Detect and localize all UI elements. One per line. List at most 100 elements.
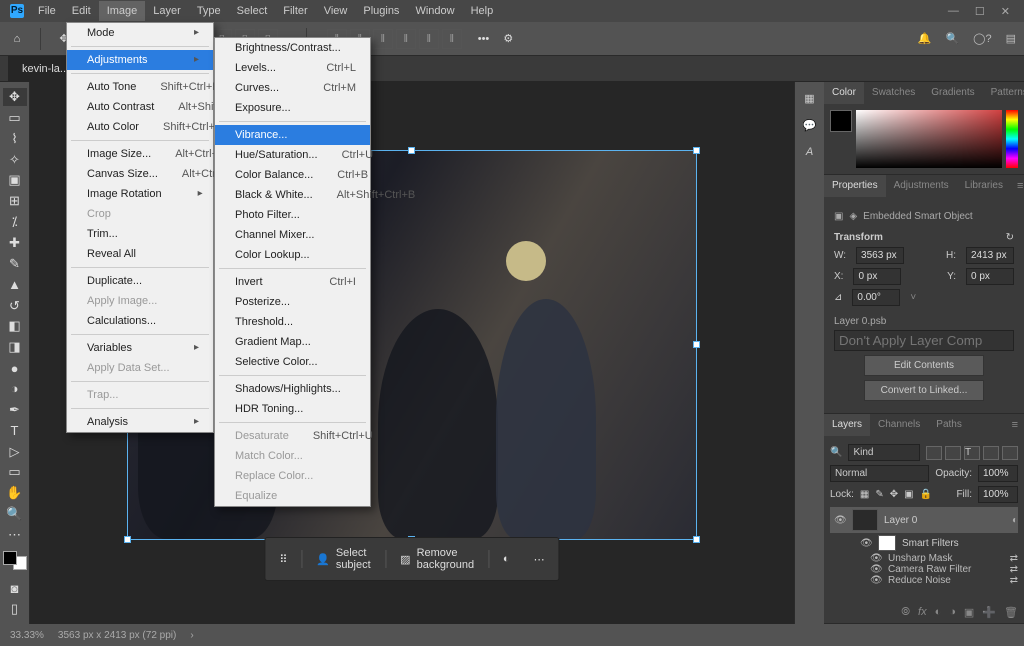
history-panel-icon[interactable]: ▦ xyxy=(804,92,814,105)
blur-tool[interactable]: ● xyxy=(3,359,27,377)
filter-row[interactable]: 👁Unsharp Mask⇄ xyxy=(830,553,1018,564)
menuitem-channel-mixer-[interactable]: Channel Mixer... xyxy=(215,225,370,245)
hand-tool[interactable]: ✋ xyxy=(3,484,27,502)
menuitem-invert[interactable]: InvertCtrl+I xyxy=(215,272,370,292)
tab-gradients[interactable]: Gradients xyxy=(923,82,982,104)
tab-patterns[interactable]: Patterns xyxy=(983,82,1024,104)
menuitem-gradient-map-[interactable]: Gradient Map... xyxy=(215,332,370,352)
blend-mode-select[interactable]: Normal xyxy=(830,465,929,482)
menuitem-analysis[interactable]: Analysis xyxy=(67,412,213,432)
search-icon[interactable]: 🔍 xyxy=(945,32,959,45)
comments-panel-icon[interactable]: 💬 xyxy=(803,119,817,132)
layer-filter-select[interactable]: Kind xyxy=(848,444,920,461)
visibility-icon[interactable]: 👁 xyxy=(870,564,882,575)
angle-input[interactable]: 0.00° xyxy=(852,289,900,306)
menuitem-vibrance-[interactable]: Vibrance... xyxy=(215,125,370,145)
filter-row[interactable]: 👁Reduce Noise⇄ xyxy=(830,575,1018,586)
x-input[interactable]: 0 px xyxy=(853,268,901,285)
menuitem-exposure-[interactable]: Exposure... xyxy=(215,98,370,118)
menuitem-photo-filter-[interactable]: Photo Filter... xyxy=(215,205,370,225)
mask-icon[interactable]: ◐ xyxy=(935,606,942,619)
menuitem-canvas-size-[interactable]: Canvas Size...Alt+Ctrl+C xyxy=(67,164,213,184)
reset-icon[interactable]: ↻ xyxy=(1006,232,1014,243)
more-tools[interactable]: ⋯ xyxy=(3,526,27,544)
fx-toggle-icon[interactable]: ⇄ xyxy=(1010,575,1018,586)
menu-window[interactable]: Window xyxy=(407,1,462,21)
dist-vcenter-icon[interactable]: ‖ xyxy=(419,29,439,49)
color-field[interactable] xyxy=(856,110,1002,168)
edit-contents-button[interactable]: Edit Contents xyxy=(864,355,984,376)
frame-tool[interactable]: ⊞ xyxy=(3,192,27,210)
visibility-icon[interactable]: 👁 xyxy=(860,538,872,549)
menuitem-image-rotation[interactable]: Image Rotation xyxy=(67,184,213,204)
height-input[interactable]: 2413 px xyxy=(966,247,1014,264)
tab-properties[interactable]: Properties xyxy=(824,175,886,197)
menuitem-hue-saturation-[interactable]: Hue/Saturation...Ctrl+U xyxy=(215,145,370,165)
menuitem-hdr-toning-[interactable]: HDR Toning... xyxy=(215,399,370,419)
filter-row[interactable]: 👁Camera Raw Filter⇄ xyxy=(830,564,1018,575)
type-tool[interactable]: T xyxy=(3,422,27,440)
ctb-drag-icon[interactable]: ⠿ xyxy=(269,548,297,571)
fill-input[interactable]: 100% xyxy=(978,486,1018,503)
visibility-icon[interactable]: 👁 xyxy=(870,575,882,586)
quickmask-icon[interactable]: ◙ xyxy=(3,579,27,597)
move-tool[interactable]: ✥ xyxy=(3,88,27,106)
eraser-tool[interactable]: ◧ xyxy=(3,317,27,335)
visibility-icon[interactable]: 👁 xyxy=(870,553,882,564)
dist-top-icon[interactable]: ‖ xyxy=(396,29,416,49)
menu-select[interactable]: Select xyxy=(229,1,276,21)
link-icon[interactable]: ⦾ xyxy=(901,606,910,619)
brush-tool[interactable]: ✎ xyxy=(3,255,27,273)
menuitem-curves-[interactable]: Curves...Ctrl+M xyxy=(215,78,370,98)
opacity-input[interactable]: 100% xyxy=(978,465,1018,482)
filter-type-icon[interactable]: T xyxy=(964,446,980,460)
menuitem-color-lookup-[interactable]: Color Lookup... xyxy=(215,245,370,265)
eyedropper-tool[interactable]: ⁒ xyxy=(3,213,27,231)
stamp-tool[interactable]: ▲ xyxy=(3,276,27,294)
tab-color[interactable]: Color xyxy=(824,82,864,104)
filter-adj-icon[interactable] xyxy=(945,446,961,460)
ctb-more-icon[interactable]: ⋯ xyxy=(524,548,555,571)
minimize-icon[interactable]: — xyxy=(948,5,959,18)
adjlayer-icon[interactable]: ◑ xyxy=(949,606,956,619)
marquee-tool[interactable]: ▭ xyxy=(3,109,27,127)
menuitem-brightness-contrast-[interactable]: Brightness/Contrast... xyxy=(215,38,370,58)
menuitem-black-&-white-[interactable]: Black & White...Alt+Shift+Ctrl+B xyxy=(215,185,370,205)
fx-icon[interactable]: fx xyxy=(918,606,927,619)
dist-right-icon[interactable]: ‖ xyxy=(373,29,393,49)
menuitem-color-balance-[interactable]: Color Balance...Ctrl+B xyxy=(215,165,370,185)
bell-icon[interactable]: 🔔 xyxy=(918,32,932,45)
dodge-tool[interactable]: ◑ xyxy=(3,380,27,398)
dist-bottom-icon[interactable]: ‖ xyxy=(442,29,462,49)
menuitem-trim-[interactable]: Trim... xyxy=(67,224,213,244)
menuitem-calculations-[interactable]: Calculations... xyxy=(67,311,213,331)
tab-channels[interactable]: Channels xyxy=(870,414,928,436)
tab-adjustments[interactable]: Adjustments xyxy=(886,175,957,197)
menuitem-duplicate-[interactable]: Duplicate... xyxy=(67,271,213,291)
crop-tool[interactable]: ▣ xyxy=(3,171,27,189)
width-input[interactable]: 3563 px xyxy=(856,247,904,264)
zoom-tool[interactable]: 🔍 xyxy=(3,505,27,523)
pen-tool[interactable]: ✒ xyxy=(3,401,27,419)
tab-swatches[interactable]: Swatches xyxy=(864,82,923,104)
menu-plugins[interactable]: Plugins xyxy=(355,1,407,21)
panel-menu-icon[interactable]: ≡ xyxy=(1011,175,1024,197)
gradient-tool[interactable]: ◨ xyxy=(3,338,27,356)
fx-toggle-icon[interactable]: ⇄ xyxy=(1010,553,1018,564)
menuitem-selective-color-[interactable]: Selective Color... xyxy=(215,352,370,372)
tab-libraries[interactable]: Libraries xyxy=(957,175,1011,197)
panel-menu-icon[interactable]: ≡ xyxy=(1006,414,1024,436)
help-icon[interactable]: ◯? xyxy=(973,32,991,45)
visibility-icon[interactable]: 👁 xyxy=(834,515,846,526)
screenmode-icon[interactable]: ▯ xyxy=(3,600,27,618)
menuitem-posterize-[interactable]: Posterize... xyxy=(215,292,370,312)
shape-tool[interactable]: ▭ xyxy=(3,463,27,481)
menuitem-auto-contrast[interactable]: Auto ContrastAlt+Shift+Ctrl+L xyxy=(67,97,213,117)
layer-row-0[interactable]: 👁 Layer 0 ◐ xyxy=(830,507,1018,533)
menu-edit[interactable]: Edit xyxy=(64,1,99,21)
lock-paint-icon[interactable]: ✎ xyxy=(875,489,883,500)
heal-tool[interactable]: ✚ xyxy=(3,234,27,252)
menuitem-threshold-[interactable]: Threshold... xyxy=(215,312,370,332)
menu-help[interactable]: Help xyxy=(463,1,502,21)
filter-pix-icon[interactable] xyxy=(926,446,942,460)
